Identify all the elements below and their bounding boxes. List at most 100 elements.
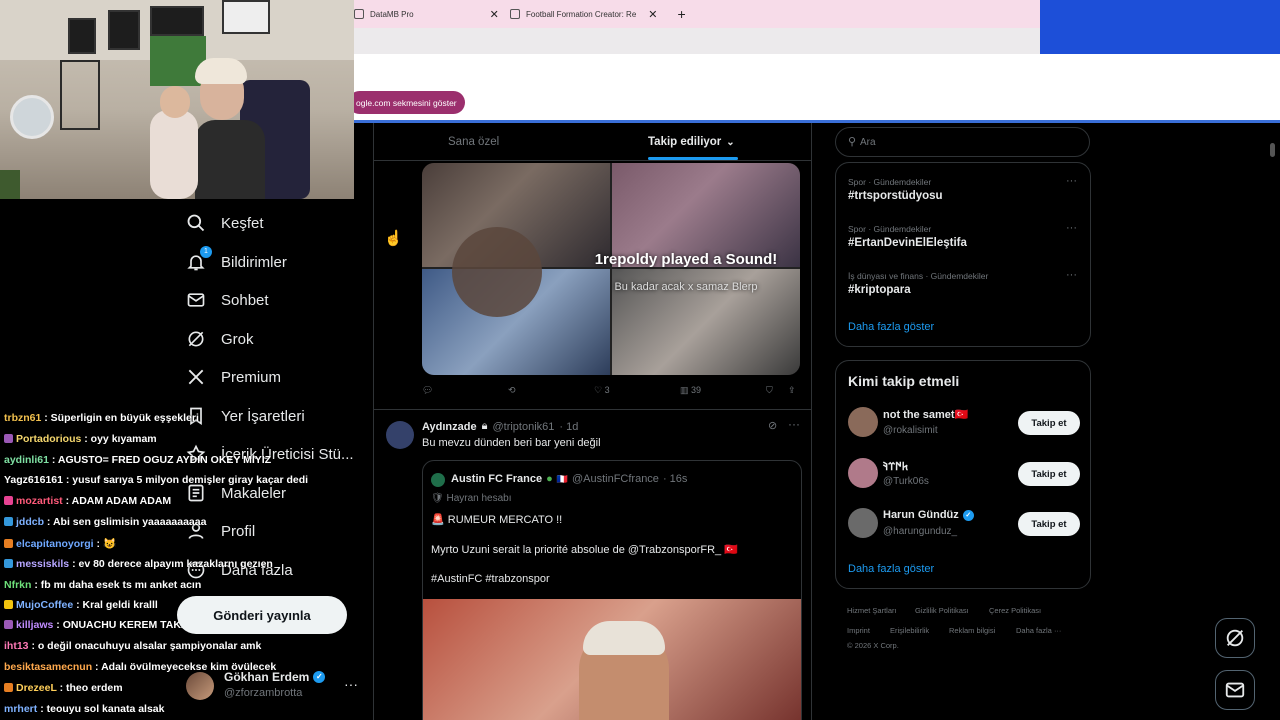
- quote-header: Austin FC France ● 🇫🇷 @AustinFCfrance · 1…: [451, 473, 688, 485]
- suggested-user-name[interactable]: not the samet🇹🇷: [883, 408, 968, 421]
- suggested-user-name[interactable]: 𐱅𐰇𐰼𐰚: [883, 459, 908, 474]
- more-dots-icon[interactable]: ···: [344, 676, 358, 692]
- grok-icon[interactable]: ⊘: [768, 419, 777, 432]
- tweet-author-handle[interactable]: @triptonik61: [492, 421, 554, 433]
- x-logo-icon: [188, 369, 204, 385]
- chat-text: : ev 80 derece alpayım kazaklarnı gezıen: [72, 558, 273, 570]
- chat-message: Portadorious : oyy kıyamam: [4, 433, 157, 445]
- bookmark-icon[interactable]: ⛉: [766, 385, 773, 396]
- chat-badge-icon: [4, 517, 13, 526]
- avatar[interactable]: [848, 407, 878, 437]
- tweet-time[interactable]: · 1d: [559, 421, 578, 433]
- scrollbar-thumb[interactable]: [1270, 143, 1275, 157]
- media-overlay-title: 1repoldy played a Sound!: [594, 251, 778, 268]
- wall-frame: [222, 0, 270, 34]
- close-icon[interactable]: ✕: [648, 8, 657, 21]
- account-switcher[interactable]: Gökhan Erdem ✓ @zforzambrotta ···: [186, 670, 366, 704]
- chat-message: mrhert : teouyu sol kanata alsak: [4, 703, 165, 715]
- like-button[interactable]: ♡ 3: [594, 385, 610, 396]
- trend-item[interactable]: #kriptopara: [848, 284, 911, 296]
- chat-text: : theo erdem: [59, 682, 123, 694]
- notification-badge: 1: [200, 246, 212, 258]
- follow-button[interactable]: Takip et: [1018, 512, 1080, 536]
- suggested-user-name[interactable]: Harun Gündüz: [883, 509, 959, 521]
- chat-message: Yagz616161 : yusuf sarıya 5 milyon demiş…: [4, 474, 308, 486]
- tab-for-you[interactable]: Sana özel: [448, 123, 499, 161]
- footer-link[interactable]: Çerez Politikası: [989, 606, 1041, 615]
- footer-link[interactable]: Gizlilik Politikası: [915, 606, 969, 615]
- avatar[interactable]: [848, 508, 878, 538]
- footer-link[interactable]: Hizmet Şartları: [847, 606, 897, 615]
- quoted-tweet[interactable]: Austin FC France ● 🇫🇷 @AustinFCfrance · 1…: [422, 460, 802, 720]
- more-dots-icon[interactable]: ···: [1066, 175, 1077, 187]
- chat-message: iht13 : o değil onacuhuyu alsalar şampiy…: [4, 640, 261, 652]
- nav-item-premium[interactable]: Premium: [186, 362, 281, 392]
- fan-account-label: 🛡︎ Hayran hesabı: [431, 493, 512, 504]
- new-tab-icon[interactable]: +: [677, 6, 685, 22]
- wall-frame: [150, 6, 204, 36]
- chat-username: killjaws: [16, 619, 54, 631]
- plant: [0, 170, 20, 199]
- close-icon[interactable]: ✕: [490, 8, 499, 21]
- more-dots-icon[interactable]: ···: [1066, 269, 1077, 281]
- avatar[interactable]: [386, 421, 414, 449]
- browser-tab-datamb[interactable]: DataMB Pro ✕: [354, 0, 499, 28]
- footer-link[interactable]: Daha fazla ···: [1016, 626, 1061, 635]
- account-name: Gökhan Erdem: [224, 670, 310, 684]
- chat-username: Nfrkn: [4, 579, 32, 591]
- quote-media[interactable]: [423, 599, 801, 720]
- footer-link[interactable]: Reklam bilgisi: [949, 626, 995, 635]
- post-button[interactable]: Gönderi yayınla: [177, 596, 347, 634]
- search-input[interactable]: ⚲ Ara: [835, 127, 1090, 157]
- tweet-media[interactable]: 1repoldy played a Sound! Bu kadar acak x…: [422, 163, 800, 375]
- nav-item-explore[interactable]: Keşfet: [186, 208, 264, 238]
- footer-link[interactable]: Imprint: [847, 626, 870, 635]
- tweet-author-name[interactable]: Aydınzade: [422, 421, 477, 433]
- child: [150, 110, 198, 199]
- browser-tab-bar: DataMB Pro ✕ Football Formation Creator:…: [354, 0, 1040, 28]
- bookmarks-bar: [354, 54, 1280, 120]
- nav-item-notifications[interactable]: 1 Bildirimler: [186, 246, 287, 277]
- messages-fab[interactable]: [1215, 670, 1255, 710]
- footer-links: Hizmet Şartları Gizlilik Politikası Çere…: [847, 606, 1087, 654]
- reply-icon[interactable]: 💬︎: [422, 385, 433, 396]
- chevron-down-icon: ⌄: [726, 136, 735, 148]
- footer-link[interactable]: Erişilebilirlik: [890, 626, 929, 635]
- chat-message: MujoCoffee : Kral geldi kralll: [4, 599, 158, 611]
- trend-item[interactable]: #trtsporstüdyosu: [848, 190, 943, 202]
- nav-label: Sohbet: [221, 291, 269, 309]
- tab-following[interactable]: Takip ediliyor ⌄: [648, 123, 735, 161]
- grok-fab[interactable]: [1215, 618, 1255, 658]
- panel-title: Kimi takip etmeli: [848, 373, 960, 389]
- views-button[interactable]: ▥ 39: [680, 385, 701, 396]
- chat-text: : oyy kıyamam: [84, 433, 157, 445]
- chat-badge-icon: [4, 539, 13, 548]
- tab-favicon-icon: [510, 9, 520, 19]
- nav-item-chat[interactable]: Sohbet: [186, 285, 269, 315]
- avatar: [431, 473, 445, 487]
- tweet-header: Aydınzade 🔒︎ @triptonik61 · 1d: [422, 420, 578, 433]
- chat-username: DrezeeL: [16, 682, 57, 694]
- sound-avatar: [452, 227, 542, 317]
- follow-button[interactable]: Takip et: [1018, 411, 1080, 435]
- chat-text: : teouyu sol kanata alsak: [40, 703, 165, 715]
- follow-button[interactable]: Takip et: [1018, 462, 1080, 486]
- trend-item[interactable]: #ErtanDevinElEleştifa: [848, 237, 967, 249]
- browser-tab-formation[interactable]: Football Formation Creator: Re ✕ +: [510, 0, 686, 28]
- share-icon[interactable]: ⇪: [788, 385, 796, 396]
- retweet-icon[interactable]: ⟲: [508, 385, 516, 396]
- bookmark-chip[interactable]: ogle.com sekmesini göster: [348, 91, 465, 114]
- show-more-link[interactable]: Daha fazla göster: [848, 563, 934, 575]
- more-dots-icon[interactable]: ···: [1066, 222, 1077, 234]
- nav-item-grok[interactable]: Grok: [186, 324, 254, 354]
- trends-panel: Spor · Gündemdekiler #trtsporstüdyosu ··…: [835, 162, 1091, 347]
- suggested-user-handle: @harungunduz_: [883, 526, 958, 537]
- search-icon: ⚲: [848, 136, 857, 148]
- tab-title: DataMB Pro: [370, 9, 414, 19]
- more-dots-icon[interactable]: ···: [788, 417, 800, 431]
- avatar[interactable]: [848, 458, 878, 488]
- chat-badge-icon: [4, 600, 13, 609]
- quote-text-line: Myrto Uzuni serait la priorité absolue d…: [431, 544, 738, 556]
- show-more-link[interactable]: Daha fazla göster: [848, 321, 934, 333]
- timeline: Sana özel Takip ediliyor ⌄ 1repoldy play…: [373, 123, 812, 720]
